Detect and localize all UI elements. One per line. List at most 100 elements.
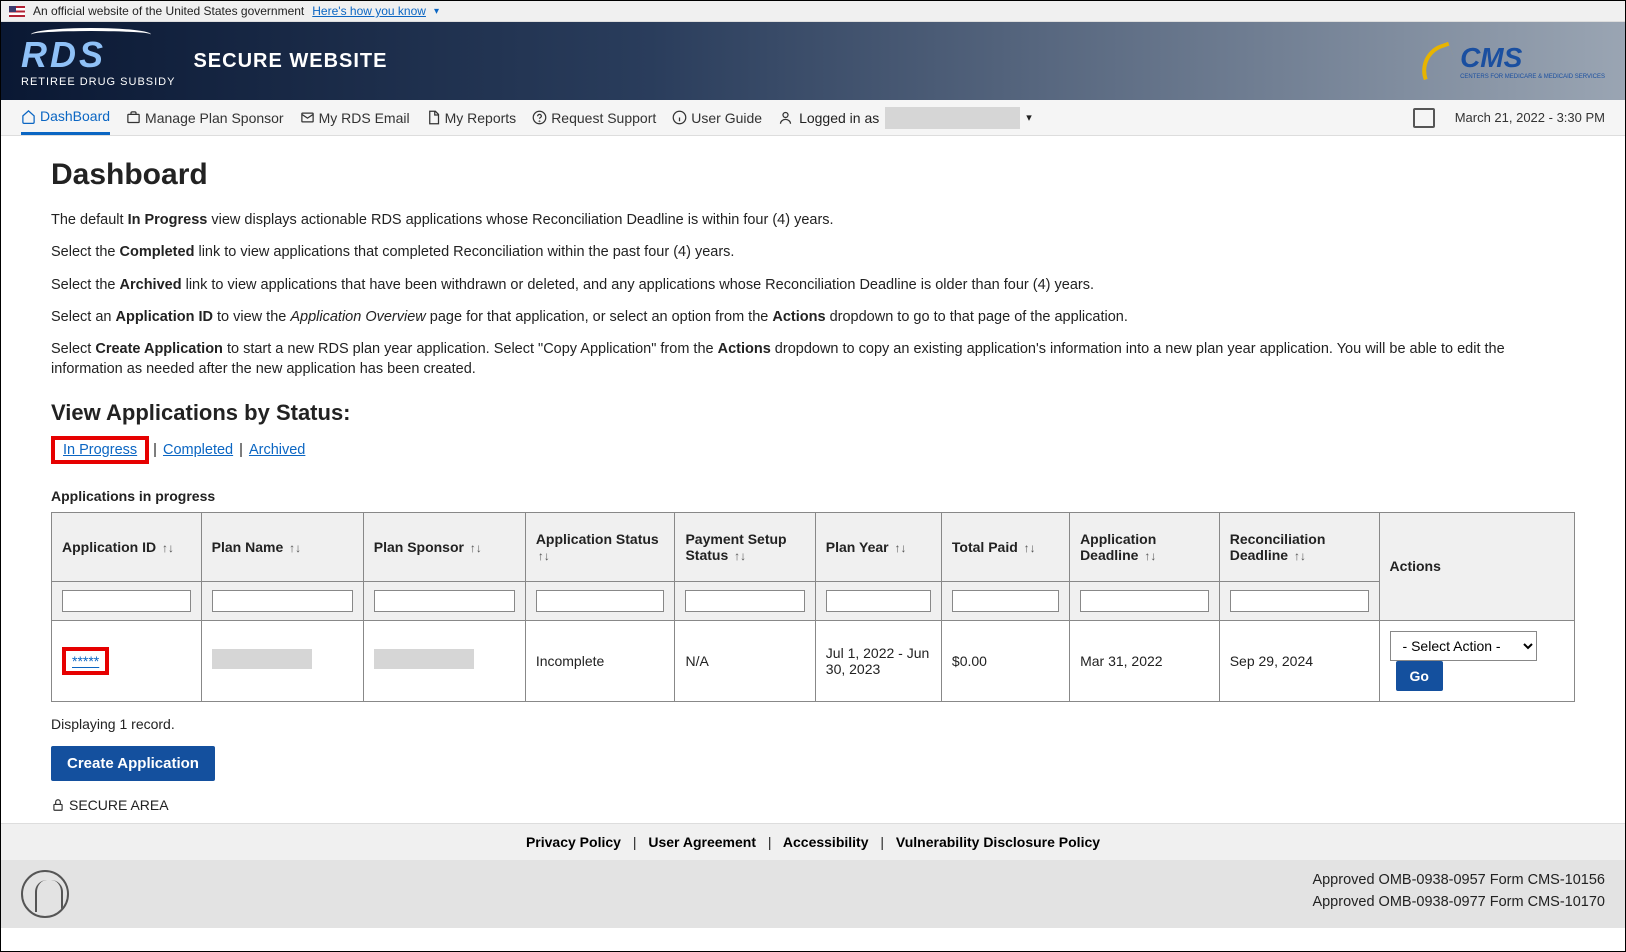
rds-logo: RDS RETIREE DRUG SUBSIDY SECURE WEBSITE [21,34,388,88]
filter-payment-status[interactable] [685,590,804,612]
link-in-progress[interactable]: In Progress [63,442,137,458]
mail-icon [300,110,315,125]
top-nav: DashBoard Manage Plan Sponsor My RDS Ema… [1,100,1625,136]
highlight-app-id: ***** [62,647,109,675]
nav-manage-plan-sponsor[interactable]: Manage Plan Sponsor [126,102,284,134]
th-plan-name[interactable]: Plan Name ↑↓ [201,512,363,581]
secure-area: SECURE AREA [51,797,1575,813]
applications-table: Application ID ↑↓ Plan Name ↑↓ Plan Spon… [51,512,1575,702]
cms-logo: CMS CENTERS FOR MEDICARE & MEDICAID SERV… [1418,42,1605,80]
th-app-id[interactable]: Application ID ↑↓ [52,512,202,581]
sort-icon: ↑↓ [538,549,550,563]
record-count: Displaying 1 record. [51,716,1575,732]
rds-mark-icon: RDS [21,34,106,76]
filter-plan-year[interactable] [826,590,931,612]
user-icon [778,110,793,125]
sort-icon: ↑↓ [894,541,906,555]
cell-app-status: Incomplete [525,620,675,701]
go-button[interactable]: Go [1396,661,1443,691]
nav-my-reports[interactable]: My Reports [426,102,517,134]
nav-request-support[interactable]: Request Support [532,102,656,134]
gov-banner-link[interactable]: Here's how you know [312,4,426,18]
sort-icon: ↑↓ [734,549,746,563]
filter-recon-deadline[interactable] [1230,590,1369,612]
cell-payment-status: N/A [675,620,815,701]
cell-recon-deadline: Sep 29, 2024 [1219,620,1379,701]
info-circle-icon [672,110,687,125]
home-icon [21,109,36,124]
chevron-down-icon[interactable]: ▾ [1026,111,1032,124]
briefcase-icon [126,110,141,125]
page-title: Dashboard [51,158,1575,192]
highlight-in-progress: In Progress [51,436,149,464]
link-archived[interactable]: Archived [249,442,305,458]
action-select[interactable]: - Select Action - [1390,631,1537,661]
filter-app-id[interactable] [62,590,191,612]
th-total-paid[interactable]: Total Paid ↑↓ [941,512,1069,581]
filter-plan-sponsor[interactable] [374,590,515,612]
hhs-seal-icon [21,870,69,918]
rds-subtitle: RETIREE DRUG SUBSIDY [21,76,175,88]
footer-user-agreement[interactable]: User Agreement [648,834,756,850]
create-application-button[interactable]: Create Application [51,746,215,781]
datetime: March 21, 2022 - 3:30 PM [1455,110,1605,125]
plan-name-redacted [212,649,312,669]
table-title: Applications in progress [51,488,1575,504]
document-icon [426,110,441,125]
secure-website-title: SECURE WEBSITE [193,50,387,73]
intro-p2: Select the Completed link to view applic… [51,242,1575,262]
sort-icon: ↑↓ [162,541,174,555]
nav-user-guide[interactable]: User Guide [672,102,762,134]
nav-my-rds-email[interactable]: My RDS Email [300,102,410,134]
cell-actions: - Select Action - Go [1379,620,1574,701]
logged-in-user[interactable]: Logged in as ▾ [778,107,1032,129]
th-actions: Actions [1379,512,1574,620]
cms-swoosh-icon [1414,42,1457,81]
status-filter-links: In Progress | Completed | Archived [51,436,1575,464]
nav-dashboard[interactable]: DashBoard [21,100,110,135]
help-circle-icon [532,110,547,125]
th-app-status[interactable]: Application Status ↑↓ [525,512,675,581]
th-app-deadline[interactable]: Application Deadline ↑↓ [1070,512,1220,581]
omb-approval: Approved OMB-0938-0957 Form CMS-10156 Ap… [1312,870,1605,918]
sort-icon: ↑↓ [289,541,301,555]
filter-app-deadline[interactable] [1080,590,1209,612]
cell-app-deadline: Mar 31, 2022 [1070,620,1220,701]
cms-subtitle: CENTERS FOR MEDICARE & MEDICAID SERVICES [1460,74,1605,80]
sort-icon: ↑↓ [1144,549,1156,563]
footer-privacy[interactable]: Privacy Policy [526,834,621,850]
intro-p4: Select an Application ID to view the App… [51,307,1575,327]
th-recon-deadline[interactable]: Reconciliation Deadline ↑↓ [1219,512,1379,581]
th-plan-sponsor[interactable]: Plan Sponsor ↑↓ [363,512,525,581]
intro-p5: Select Create Application to start a new… [51,339,1575,380]
intro-p3: Select the Archived link to view applica… [51,275,1575,295]
sort-icon: ↑↓ [470,541,482,555]
filter-row [52,581,1575,620]
gov-banner-text: An official website of the United States… [33,4,304,18]
gov-banner: An official website of the United States… [1,1,1625,22]
user-name-redacted [885,107,1020,129]
site-header: RDS RETIREE DRUG SUBSIDY SECURE WEBSITE … [1,22,1625,100]
sort-icon: ↑↓ [1294,549,1306,563]
us-flag-icon [9,6,25,17]
main-content: Dashboard The default In Progress view d… [1,136,1625,823]
footer-bottom: Approved OMB-0938-0957 Form CMS-10156 Ap… [1,860,1625,928]
th-plan-year[interactable]: Plan Year ↑↓ [815,512,941,581]
lock-icon [51,798,65,812]
th-payment-status[interactable]: Payment Setup Status ↑↓ [675,512,815,581]
cms-text: CMS [1460,42,1605,74]
footer-vdp[interactable]: Vulnerability Disclosure Policy [896,834,1100,850]
filter-total-paid[interactable] [952,590,1059,612]
filter-plan-name[interactable] [212,590,353,612]
footer-accessibility[interactable]: Accessibility [783,834,869,850]
filter-app-status[interactable] [536,590,665,612]
app-id-link[interactable]: ***** [72,653,99,669]
sort-icon: ↑↓ [1024,541,1036,555]
chevron-down-icon[interactable]: ▾ [434,6,439,17]
link-completed[interactable]: Completed [163,442,233,458]
footer-links: Privacy Policy | User Agreement | Access… [1,823,1625,860]
plan-sponsor-redacted [374,649,474,669]
cell-total-paid: $0.00 [941,620,1069,701]
intro-p1: The default In Progress view displays ac… [51,210,1575,230]
print-icon[interactable] [1413,108,1435,128]
